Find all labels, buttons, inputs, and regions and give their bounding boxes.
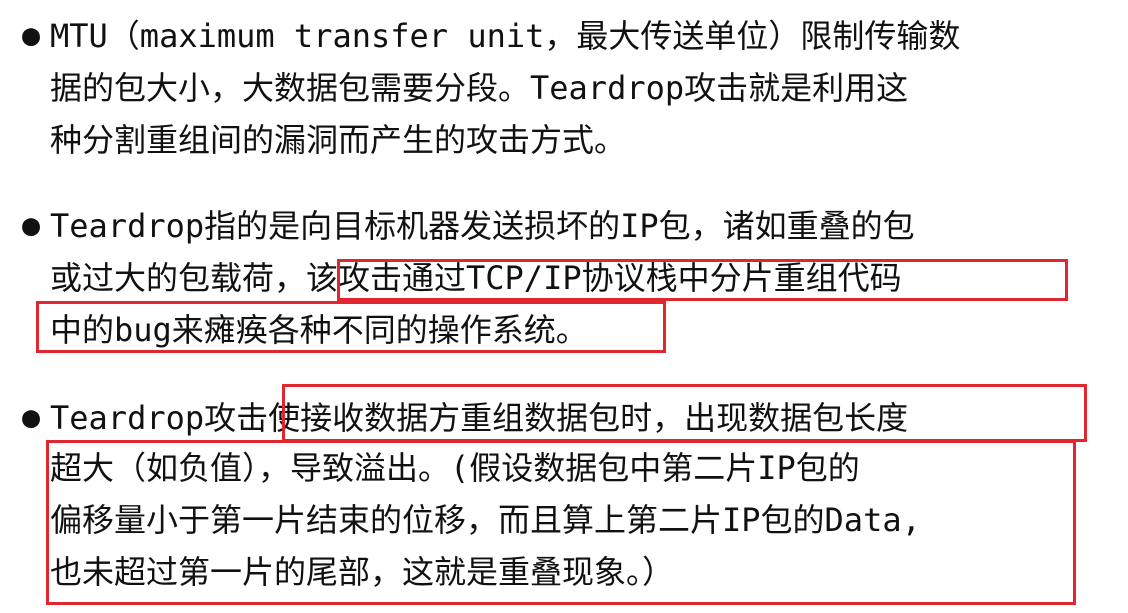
paragraph-line: 据的包大小，大数据包需要分段。Teardrop攻击就是利用这	[50, 69, 909, 107]
highlight-box	[46, 440, 1076, 605]
bullet-icon: ●	[22, 208, 41, 243]
bullet-icon: ●	[22, 400, 41, 435]
highlight-box	[337, 259, 1068, 301]
paragraph-line: 种分割重组间的漏洞而产生的攻击方式。	[50, 121, 627, 159]
slide-page: ● MTU（maximum transfer unit，最大传送单位）限制传输数…	[0, 0, 1128, 613]
paragraph-line: MTU（maximum transfer unit，最大传送单位）限制传输数	[50, 17, 961, 55]
bullet-icon: ●	[22, 18, 41, 53]
highlight-box	[36, 301, 666, 353]
highlight-box	[282, 384, 1087, 442]
paragraph-line: Teardrop指的是向目标机器发送损坏的IP包，诸如重叠的包	[50, 207, 915, 245]
